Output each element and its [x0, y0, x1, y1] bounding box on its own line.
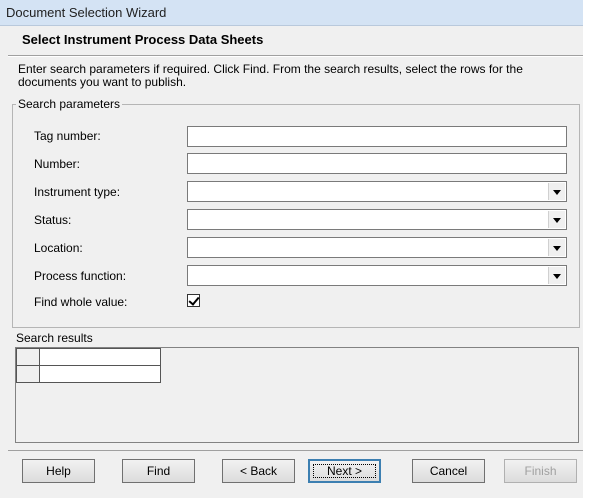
finish-button[interactable]: Finish [504, 459, 577, 483]
row-header[interactable] [16, 365, 40, 383]
help-button[interactable]: Help [22, 459, 95, 483]
process-function-combo[interactable] [187, 265, 567, 286]
tag-number-label: Tag number: [34, 129, 101, 143]
chevron-down-icon[interactable] [548, 267, 565, 284]
status-label: Status: [34, 213, 72, 227]
status-combo[interactable] [187, 209, 567, 230]
table-cell[interactable] [39, 365, 161, 383]
next-button[interactable]: Next > [308, 459, 381, 483]
back-button[interactable]: < Back [222, 459, 295, 483]
header-divider [8, 55, 583, 57]
number-label: Number: [34, 157, 81, 171]
location-combo[interactable] [187, 237, 567, 258]
instrument-type-combo[interactable] [187, 181, 567, 202]
row-header[interactable] [16, 348, 40, 366]
find-whole-value-checkbox[interactable] [187, 294, 200, 307]
chevron-down-icon[interactable] [548, 239, 565, 256]
location-label: Location: [34, 241, 83, 255]
cancel-button[interactable]: Cancel [412, 459, 485, 483]
process-function-label: Process function: [34, 269, 127, 283]
chevron-down-icon[interactable] [548, 183, 565, 200]
tag-number-input[interactable] [187, 126, 567, 147]
wizard-window: Document Selection Wizard Select Instrum… [0, 0, 597, 498]
window-title: Document Selection Wizard [6, 5, 167, 20]
find-whole-value-label: Find whole value: [34, 295, 128, 309]
footer-divider [8, 450, 583, 451]
instructions-text: Enter search parameters if required. Cli… [18, 62, 523, 89]
title-bar: Document Selection Wizard [0, 0, 583, 26]
table-cell[interactable] [39, 348, 161, 366]
search-results-label: Search results [16, 331, 93, 345]
chevron-down-icon[interactable] [548, 211, 565, 228]
instrument-type-label: Instrument type: [34, 185, 121, 199]
window-edge [583, 0, 597, 498]
number-input[interactable] [187, 153, 567, 174]
search-parameters-legend: Search parameters [16, 97, 123, 111]
find-button[interactable]: Find [122, 459, 195, 483]
page-title: Select Instrument Process Data Sheets [22, 32, 264, 47]
